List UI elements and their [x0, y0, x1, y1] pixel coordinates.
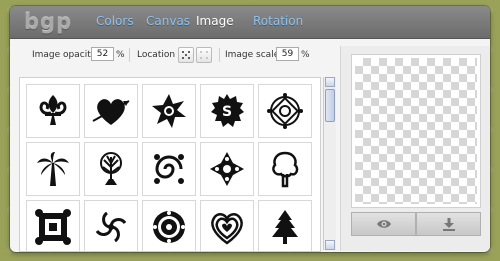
image-cell-pine-tree[interactable]	[258, 200, 312, 251]
diamond-ornament-icon	[210, 152, 244, 186]
image-cell-cartoon-tree[interactable]	[258, 142, 312, 196]
image-cell-heart-arrow[interactable]	[84, 84, 138, 138]
dollar-badge-icon: S	[211, 94, 244, 127]
fleur-de-lis-icon	[39, 95, 67, 125]
dot-icon	[188, 57, 190, 59]
preview-panel	[340, 46, 490, 251]
tab-colors[interactable]: Colors	[96, 14, 134, 28]
round-ornament-icon	[153, 211, 185, 243]
eye-icon	[376, 220, 391, 228]
heart-arrow-icon	[92, 99, 130, 125]
square-ornament-icon	[35, 209, 71, 245]
star-burst-icon	[152, 94, 186, 128]
preview-view-button[interactable]	[351, 212, 416, 236]
opacity-unit: %	[116, 50, 125, 60]
location-tile-button[interactable]	[196, 47, 212, 63]
palm-tree-icon	[37, 152, 69, 186]
scroll-down-arrow-icon[interactable]	[325, 240, 335, 250]
image-cell-square-ornament[interactable]	[26, 200, 80, 251]
spiral-icon	[95, 211, 127, 243]
oak-tree-icon	[100, 152, 122, 185]
image-grid: S	[19, 77, 321, 252]
logo: bgp	[24, 10, 73, 34]
image-cell-dollar-badge[interactable]: S	[200, 84, 254, 138]
app-window: bgp Colors Canvas Image Rotation Image o…	[10, 6, 490, 252]
preview-frame	[351, 54, 481, 208]
scroll-up-arrow-icon[interactable]	[325, 77, 335, 87]
dot-icon	[200, 57, 202, 59]
opacity-label: Image opacity	[32, 50, 97, 60]
tab-image[interactable]: Image	[196, 14, 234, 28]
top-bar: bgp Colors Canvas Image Rotation	[10, 6, 490, 39]
scale-unit: %	[301, 50, 310, 60]
tab-canvas[interactable]: Canvas	[146, 14, 190, 28]
dot-icon	[182, 51, 184, 53]
dot-icon	[188, 51, 190, 53]
image-cell-spiral[interactable]	[84, 200, 138, 251]
image-cell-oak-tree[interactable]	[84, 142, 138, 196]
image-cell-nested-hearts[interactable]	[200, 200, 254, 251]
swirl-flourish-icon	[154, 154, 184, 184]
image-cell-fleur-de-lis[interactable]	[26, 84, 80, 138]
celtic-knot-icon	[267, 93, 303, 129]
image-cell-palm-tree[interactable]	[26, 142, 80, 196]
image-cell-round-ornament[interactable]	[142, 200, 196, 251]
download-button[interactable]	[416, 212, 481, 236]
scale-input[interactable]	[276, 47, 299, 61]
scale-label: Image scale	[225, 50, 280, 60]
opacity-input[interactable]	[91, 47, 114, 61]
dot-icon	[185, 54, 187, 56]
pine-tree-icon	[272, 210, 298, 244]
dot-icon	[206, 57, 208, 59]
dot-icon	[206, 51, 208, 53]
dot-icon	[182, 57, 184, 59]
image-cell-diamond-ornament[interactable]	[200, 142, 254, 196]
scroll-thumb[interactable]	[325, 89, 335, 122]
divider	[129, 48, 130, 62]
download-icon	[442, 217, 455, 231]
preview-canvas	[355, 58, 477, 204]
divider	[219, 48, 220, 62]
cartoon-tree-icon	[272, 151, 299, 188]
image-controls: Image opacity % Location Image scale %	[10, 38, 332, 72]
location-center-button[interactable]	[178, 47, 194, 63]
image-cell-star-burst[interactable]	[142, 84, 196, 138]
tab-rotation[interactable]: Rotation	[253, 14, 303, 28]
dot-icon	[200, 51, 202, 53]
grid-scrollbar[interactable]	[323, 77, 336, 250]
nested-hearts-icon	[211, 213, 243, 245]
image-cell-swirl-flourish[interactable]	[142, 142, 196, 196]
image-cell-celtic-knot[interactable]	[258, 84, 312, 138]
location-label: Location	[137, 50, 176, 60]
svg-text:S: S	[222, 104, 232, 120]
